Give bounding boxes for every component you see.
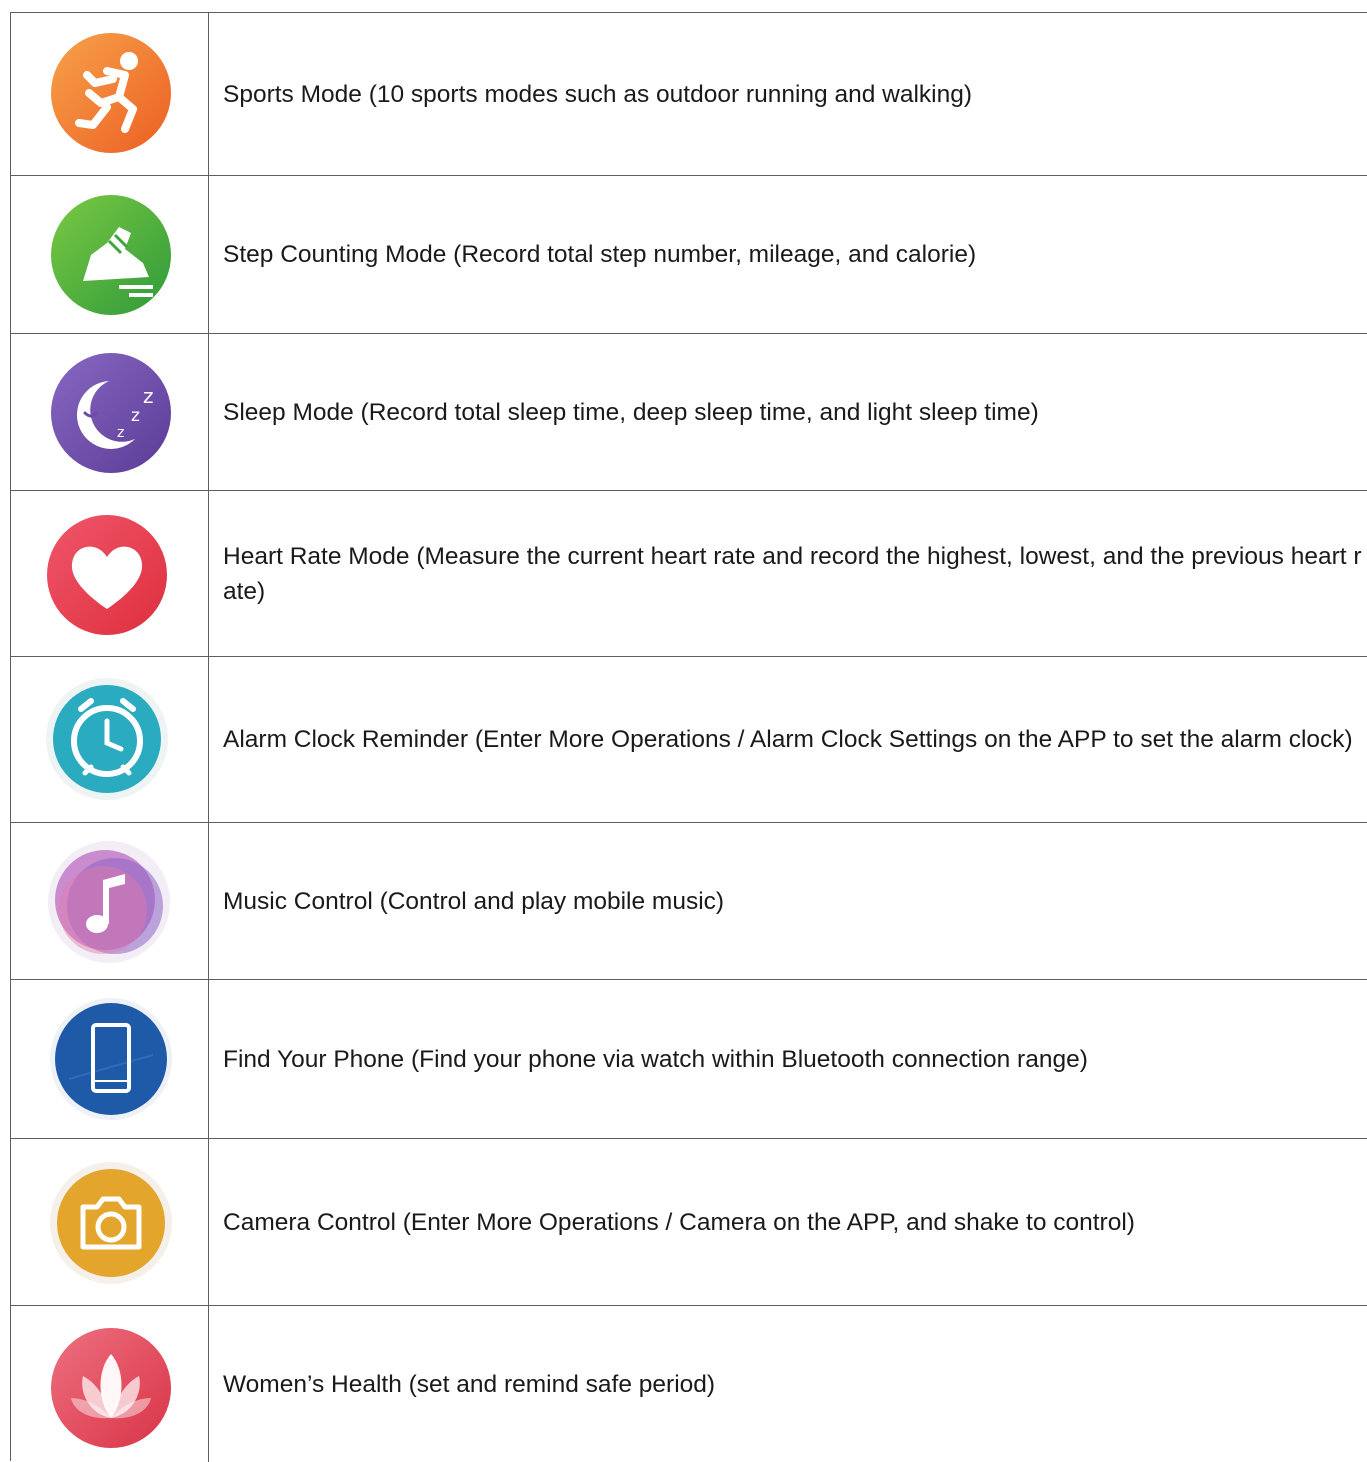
running-person-icon [51, 33, 171, 153]
row-text: Step Counting Mode (Record total step nu… [223, 241, 977, 268]
table-row: Step Counting Mode (Record total step nu… [11, 176, 1367, 334]
row-text: Music Control (Control and play mobile m… [223, 887, 725, 915]
feature-table: Sports Mode (10 sports modes such as out… [10, 12, 1367, 1462]
row-text: Camera Control (Enter More Operations / … [223, 1208, 1135, 1236]
svg-text:z: z [143, 384, 154, 408]
icon-cell [11, 1139, 209, 1305]
row-text: Heart Rate Mode (Measure the current hea… [223, 542, 1362, 605]
table-row: Alarm Clock Reminder (Enter More Operati… [11, 657, 1367, 823]
icon-cell [11, 176, 209, 333]
alarm-clock-icon [46, 678, 168, 800]
svg-text:z: z [131, 406, 140, 426]
sneaker-shoe-icon [51, 195, 171, 315]
table-row: Music Control (Control and play mobile m… [11, 823, 1367, 980]
table-row: Find Your Phone (Find your phone via wat… [11, 980, 1367, 1139]
icon-cell [11, 823, 209, 979]
row-text: Alarm Clock Reminder (Enter More Operati… [223, 726, 1353, 753]
svg-text:z: z [117, 425, 124, 441]
table-row: z z z Sleep Mode (Record total sleep tim… [11, 334, 1367, 491]
icon-cell [11, 980, 209, 1138]
moon-zzz-icon: z z z [51, 353, 171, 473]
table-row: Women’s Health (set and remind safe peri… [11, 1306, 1367, 1462]
lotus-flower-icon [51, 1328, 171, 1448]
row-text: Sleep Mode (Record total sleep time, dee… [223, 398, 1039, 426]
row-text: Women’s Health (set and remind safe peri… [223, 1370, 716, 1398]
table-row: Camera Control (Enter More Operations / … [11, 1139, 1367, 1306]
music-note-icon [48, 841, 170, 963]
table-row: Sports Mode (10 sports modes such as out… [11, 13, 1367, 176]
icon-cell [11, 491, 209, 656]
row-text: Sports Mode (10 sports modes such as out… [223, 80, 973, 108]
phone-icon [50, 998, 172, 1120]
table-row: Heart Rate Mode (Measure the current hea… [11, 491, 1367, 657]
icon-cell [11, 13, 209, 175]
row-text: Find Your Phone (Find your phone via wat… [223, 1045, 1088, 1073]
icon-cell [11, 1306, 209, 1462]
heart-icon [47, 515, 167, 635]
icon-cell [11, 657, 209, 822]
camera-icon [50, 1162, 172, 1284]
icon-cell: z z z [11, 334, 209, 490]
